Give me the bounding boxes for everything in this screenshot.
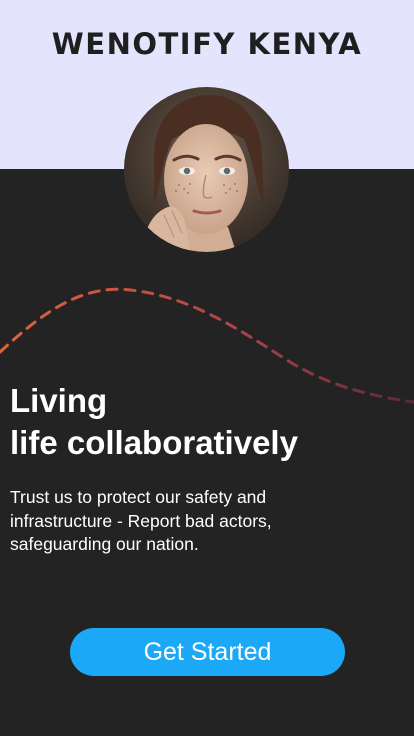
get-started-button[interactable]: Get Started <box>70 628 345 676</box>
headline: Living life collaboratively <box>10 380 298 464</box>
headline-line-1: Living <box>10 382 108 419</box>
portrait-image <box>124 87 289 252</box>
app-title: WENOTIFY KENYA <box>51 27 363 61</box>
description-text: Trust us to protect our safety and infra… <box>10 487 272 554</box>
onboarding-screen: WENOTIFY KENYA Living life collaborative… <box>0 0 414 736</box>
headline-line-2: life collaboratively <box>10 424 298 461</box>
avatar <box>124 87 289 252</box>
